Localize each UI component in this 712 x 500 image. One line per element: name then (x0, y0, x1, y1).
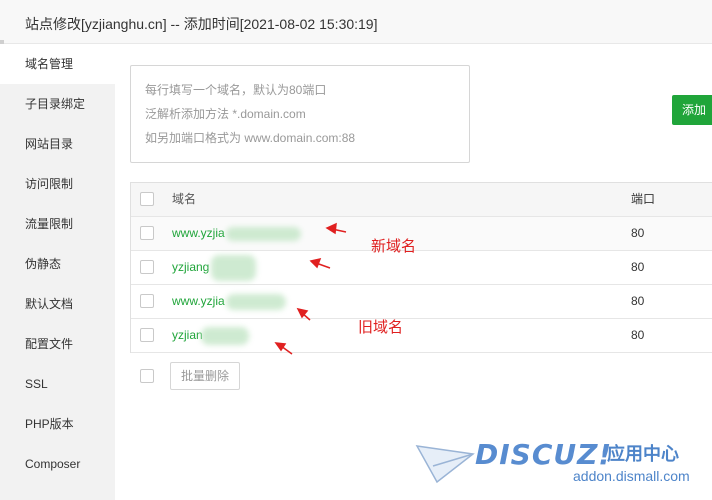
domain-link[interactable]: www.yzjia (172, 285, 225, 318)
sidebar-item-label: 默认文档 (25, 297, 74, 311)
window-title: 站点修改[yzjianghu.cn] -- 添加时间[2021-08-02 15… (25, 16, 378, 32)
batch-delete-button[interactable]: 批量删除 (170, 362, 240, 390)
sidebar-item-label: 网站目录 (25, 137, 74, 151)
sidebar-item-config-file[interactable]: 配置文件 (0, 324, 115, 364)
sidebar-item-label: 流量限制 (25, 217, 74, 231)
row-checkbox[interactable] (140, 294, 154, 308)
sidebar-item-label: SSL (25, 377, 48, 391)
column-header-domain: 域名 (172, 192, 197, 206)
annotation-new-domain: 新域名 (371, 238, 417, 255)
row-checkbox[interactable] (140, 328, 154, 342)
select-all-checkbox[interactable] (140, 192, 154, 206)
watermark-logo-suffix: 应用中心 (607, 444, 679, 464)
sidebar: 域名管理 子目录绑定 网站目录 访问限制 流量限制 伪静态 默认文档 配置文件 … (0, 44, 115, 500)
domain-link[interactable]: yzjiang (172, 251, 209, 284)
port-value: 80 (631, 226, 645, 240)
paper-plane-icon (415, 445, 475, 484)
annotation-old-domain: 旧域名 (358, 319, 404, 336)
row-checkbox[interactable] (140, 226, 154, 240)
sidebar-item-label: Composer (25, 457, 81, 471)
placeholder-line: 每行填写一个域名，默认为80端口 (145, 83, 327, 97)
sidebar-item-rewrite[interactable]: 伪静态 (0, 244, 115, 284)
domain-table: 域名 端口 www.yzjia 80 yzjiang 80 www.yzjia … (130, 182, 712, 353)
domain-input[interactable]: 每行填写一个域名，默认为80端口 泛解析添加方法 *.domain.com 如另… (130, 65, 470, 163)
sidebar-item-domain-management[interactable]: 域名管理 (0, 44, 115, 84)
sidebar-item-label: 配置文件 (25, 337, 74, 351)
add-domain-button[interactable]: 添加 (672, 95, 712, 125)
table-row: www.yzjia 80 (131, 217, 712, 251)
table-row: yzjian 80 (131, 319, 712, 353)
row-checkbox[interactable] (140, 260, 154, 274)
sidebar-item-ssl[interactable]: SSL (0, 364, 115, 404)
placeholder-line: 如另加端口格式为 www.domain.com:88 (145, 131, 356, 145)
port-value: 80 (631, 294, 645, 308)
sidebar-item-label: 访问限制 (25, 177, 74, 191)
domain-link[interactable]: yzjian (172, 319, 203, 352)
sidebar-item-traffic-limit[interactable]: 流量限制 (0, 204, 115, 244)
redaction-blur (211, 255, 256, 281)
sidebar-item-label: 域名管理 (25, 57, 74, 71)
sidebar-item-label: 伪静态 (25, 257, 62, 271)
window-titlebar: 站点修改[yzjianghu.cn] -- 添加时间[2021-08-02 15… (0, 0, 712, 44)
redaction-blur (226, 294, 286, 310)
sidebar-item-composer[interactable]: Composer (0, 444, 115, 484)
table-row: www.yzjia 80 (131, 285, 712, 319)
sidebar-item-site-directory[interactable]: 网站目录 (0, 124, 115, 164)
watermark-url: addon.dismall.com (573, 468, 690, 484)
sidebar-item-label: PHP版本 (25, 417, 74, 431)
sidebar-item-subdirectory-binding[interactable]: 子目录绑定 (0, 84, 115, 124)
watermark: DISCUZ! 应用中心 addon.dismall.com (415, 432, 712, 500)
sidebar-item-access-restriction[interactable]: 访问限制 (0, 164, 115, 204)
table-header: 域名 端口 (131, 183, 712, 217)
sidebar-item-php-version[interactable]: PHP版本 (0, 404, 115, 444)
column-header-port: 端口 (631, 192, 656, 206)
placeholder-line: 泛解析添加方法 *.domain.com (145, 107, 306, 121)
footer-select-checkbox[interactable] (140, 369, 154, 383)
table-row: yzjiang 80 (131, 251, 712, 285)
sidebar-item-label: 子目录绑定 (25, 97, 86, 111)
redaction-blur (226, 227, 301, 241)
domain-link[interactable]: www.yzjia (172, 217, 225, 250)
port-value: 80 (631, 260, 645, 274)
watermark-logo: DISCUZ! (475, 438, 613, 471)
port-value: 80 (631, 328, 645, 342)
sidebar-item-default-document[interactable]: 默认文档 (0, 284, 115, 324)
redaction-blur (201, 327, 249, 345)
